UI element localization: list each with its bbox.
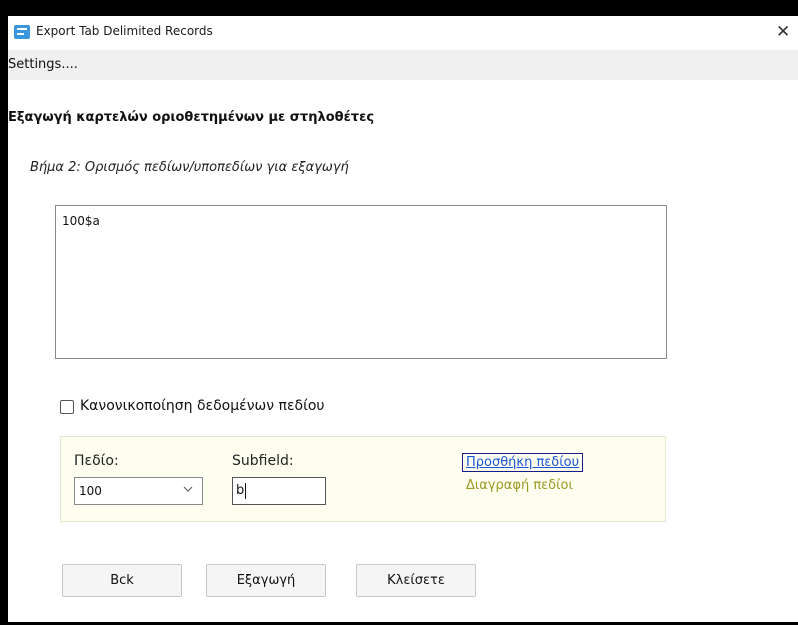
title-bar: Export Tab Delimited Records ✕ xyxy=(8,16,798,50)
field-label: Πεδίο: xyxy=(74,453,119,469)
subfield-input-value: b xyxy=(236,483,245,498)
fields-list[interactable]: 100$a xyxy=(55,205,667,359)
field-select-value: 100 xyxy=(79,484,102,498)
field-panel: Πεδίο: Subfield: 100 b Προσθήκη πεδίου Δ… xyxy=(60,436,666,522)
normalize-checkbox[interactable] xyxy=(60,400,74,414)
subfield-input[interactable]: b xyxy=(232,477,326,505)
menu-settings[interactable]: Settings.... xyxy=(8,57,78,72)
page-heading: Εξαγωγή καρτελών οριοθετημένων με στηλοθ… xyxy=(8,110,375,125)
menu-bar: Settings.... xyxy=(8,50,798,80)
step-label: Βήμα 2: Ορισμός πεδίων/υποπεδίων για εξα… xyxy=(30,160,349,175)
list-item[interactable]: 100$a xyxy=(62,214,100,228)
table-export-icon xyxy=(14,25,30,39)
normalize-label[interactable]: Κανονικοποίηση δεδομένων πεδίου xyxy=(80,398,325,414)
export-button[interactable]: Εξαγωγή xyxy=(206,564,326,597)
text-caret xyxy=(245,483,246,499)
close-icon[interactable]: ✕ xyxy=(776,22,790,42)
back-button[interactable]: Bck xyxy=(62,564,182,597)
window-title: Export Tab Delimited Records xyxy=(36,24,213,38)
delete-field-link[interactable]: Διαγραφή πεδίοι xyxy=(466,478,573,493)
subfield-label: Subfield: xyxy=(232,453,294,469)
add-field-link[interactable]: Προσθήκη πεδίου xyxy=(462,453,584,472)
field-select[interactable]: 100 xyxy=(74,477,203,505)
close-button[interactable]: Κλείσετε xyxy=(356,564,476,597)
export-dialog: Export Tab Delimited Records ✕ Settings.… xyxy=(8,16,798,622)
chevron-down-icon xyxy=(183,486,193,492)
